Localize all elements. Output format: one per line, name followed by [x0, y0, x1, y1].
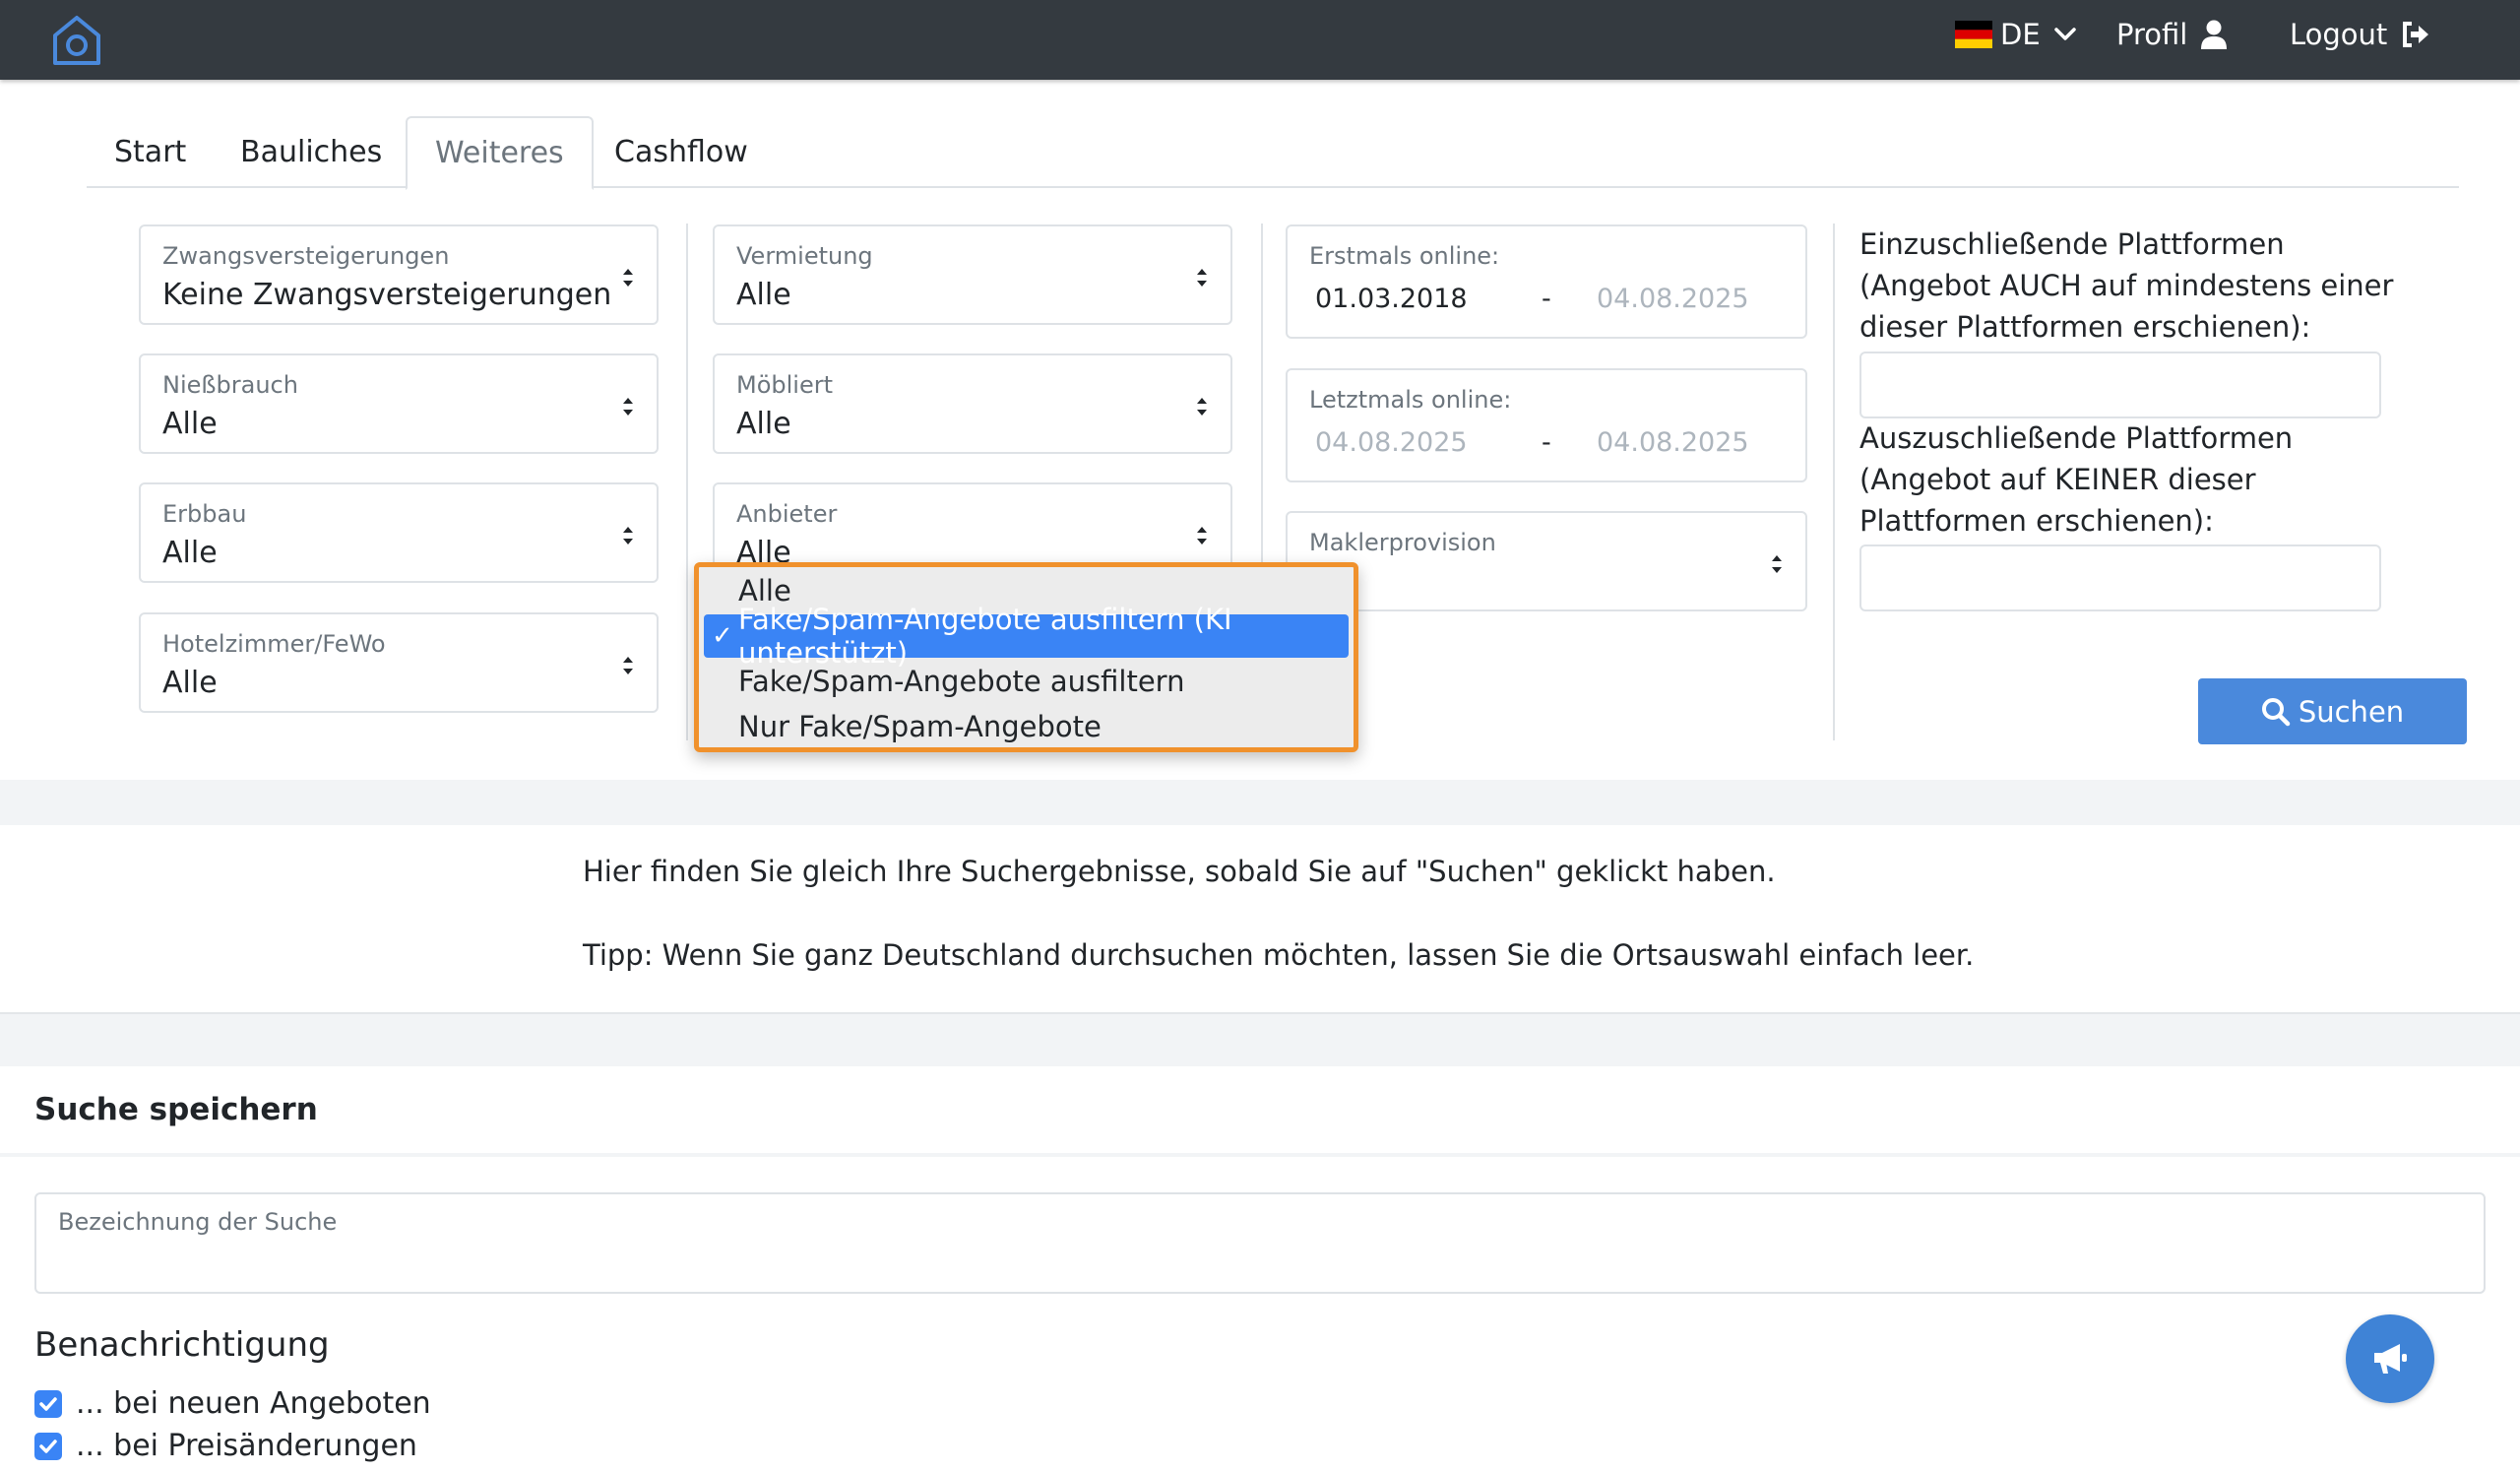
logout-link[interactable]: Logout — [2290, 0, 2430, 69]
letztmals-from-date[interactable]: 04.08.2025 — [1315, 427, 1542, 458]
anbieter-label: Anbieter — [736, 500, 838, 528]
niessbrauch-select[interactable]: Nießbrauch Alle — [139, 353, 659, 454]
column-divider — [686, 224, 688, 740]
niessbrauch-value: Alle — [162, 407, 218, 441]
logout-label: Logout — [2290, 18, 2388, 51]
notify-new-offers-label: ... bei neuen Angeboten — [76, 1386, 431, 1421]
maklerprovision-label: Maklerprovision — [1309, 529, 1496, 556]
search-name-input[interactable]: Bezeichnung der Suche — [34, 1192, 2486, 1294]
include-platforms-input[interactable] — [1859, 352, 2381, 418]
results-info-box: Hier finden Sie gleich Ihre Suchergebnis… — [0, 825, 2520, 1014]
vermietung-value: Alle — [736, 278, 791, 312]
search-icon — [2261, 697, 2291, 726]
erstmals-to-date[interactable]: 04.08.2025 — [1597, 284, 1749, 314]
hotelzimmer-select[interactable]: Hotelzimmer/FeWo Alle — [139, 612, 659, 713]
erstmals-online-label: Erstmals online: — [1309, 242, 1500, 270]
tab-start[interactable]: Start — [87, 116, 214, 188]
profile-label: Profil — [2116, 18, 2188, 51]
moebliert-select[interactable]: Möbliert Alle — [713, 353, 1232, 454]
checkbox-checked-icon[interactable] — [34, 1389, 62, 1418]
zwangsversteigerungen-value: Keine Zwangsversteigerungen — [162, 278, 612, 312]
date-range-dash: - — [1542, 284, 1551, 314]
erbbau-select[interactable]: Erbbau Alle — [139, 482, 659, 583]
tab-bauliches[interactable]: Bauliches — [213, 116, 410, 188]
results-hint: Hier finden Sie gleich Ihre Suchergebnis… — [583, 855, 1776, 888]
zwangsversteigerungen-select[interactable]: Zwangsversteigerungen Keine Zwangsverste… — [139, 224, 659, 325]
search-button-label: Suchen — [2298, 694, 2405, 729]
letztmals-online-range: Letztmals online: 04.08.2025 - 04.08.202… — [1286, 368, 1807, 482]
sort-caret-icon — [1197, 398, 1207, 416]
anbieter-dropdown-menu: Alle ✓ Fake/Spam-Angebote ausfiltern (KI… — [694, 562, 1358, 752]
exclude-platforms-label: Auszuschließende Plattformen (Angebot au… — [1859, 421, 2294, 538]
save-search-title: Suche speichern — [34, 1092, 318, 1127]
save-search-header: Suche speichern — [0, 1066, 2520, 1157]
exclude-platforms-input[interactable] — [1859, 544, 2381, 611]
letztmals-online-label: Letztmals online: — [1309, 386, 1512, 414]
sort-caret-icon — [623, 527, 633, 544]
sort-caret-icon — [623, 398, 633, 416]
vermietung-label: Vermietung — [736, 242, 873, 270]
house-logo-icon[interactable] — [49, 12, 104, 67]
erstmals-from-date[interactable]: 01.03.2018 — [1315, 284, 1542, 314]
vermietung-select[interactable]: Vermietung Alle — [713, 224, 1232, 325]
top-navbar: DE Profil Logout — [0, 0, 2520, 80]
sort-caret-icon — [1197, 269, 1207, 287]
option-fake-spam[interactable]: Fake/Spam-Angebote ausfiltern — [699, 660, 1354, 703]
erbbau-value: Alle — [162, 536, 218, 570]
hotelzimmer-value: Alle — [162, 666, 218, 700]
tab-weiteres[interactable]: Weiteres — [406, 116, 594, 190]
notify-price-changes-label: ... bei Preisänderungen — [76, 1429, 417, 1463]
checkbox-checked-icon[interactable] — [34, 1432, 62, 1460]
moebliert-value: Alle — [736, 407, 791, 441]
sort-caret-icon — [623, 269, 633, 287]
search-tip: Tipp: Wenn Sie ganz Deutschland durchsuc… — [583, 938, 1975, 972]
include-platforms-label: Einzuschließende Plattformen (Angebot AU… — [1859, 227, 2394, 344]
search-name-label: Bezeichnung der Suche — [58, 1208, 338, 1236]
language-code: DE — [2000, 18, 2041, 51]
filter-tabs: Start Bauliches Weiteres Cashflow — [87, 116, 2459, 190]
section-separator — [0, 780, 2520, 825]
moebliert-label: Möbliert — [736, 371, 834, 399]
chevron-down-icon — [2053, 28, 2076, 40]
notification-title: Benachrichtigung — [34, 1325, 330, 1365]
erbbau-label: Erbbau — [162, 500, 247, 528]
notify-price-changes[interactable]: ... bei Preisänderungen — [34, 1429, 417, 1463]
sort-caret-icon — [1772, 555, 1782, 573]
sort-caret-icon — [1197, 527, 1207, 544]
section-separator — [0, 1014, 2520, 1066]
option-label: Fake/Spam-Angebote ausfiltern — [738, 665, 1185, 698]
german-flag-icon — [1955, 21, 1992, 48]
sort-caret-icon — [623, 657, 633, 674]
feedback-button[interactable] — [2346, 1314, 2434, 1403]
maklerprovision-select[interactable]: Maklerprovision — [1286, 511, 1807, 611]
column-divider — [1833, 224, 1835, 740]
sign-out-icon — [2403, 22, 2429, 47]
search-button[interactable]: Suchen — [2198, 678, 2467, 744]
option-fake-spam-ki[interactable]: ✓ Fake/Spam-Angebote ausfiltern (KI unte… — [704, 603, 1349, 670]
checkmark-icon: ✓ — [712, 621, 733, 651]
language-selector[interactable]: DE — [1941, 0, 2076, 69]
erstmals-online-range: Erstmals online: 01.03.2018 - 04.08.2025 — [1286, 224, 1807, 339]
option-nur-fake-spam[interactable]: Nur Fake/Spam-Angebote — [699, 705, 1354, 748]
notify-new-offers[interactable]: ... bei neuen Angeboten — [34, 1386, 431, 1421]
zwangsversteigerungen-label: Zwangsversteigerungen — [162, 242, 450, 270]
date-range-dash: - — [1542, 427, 1551, 458]
tab-cashflow[interactable]: Cashflow — [587, 116, 776, 188]
hotelzimmer-label: Hotelzimmer/FeWo — [162, 630, 386, 658]
user-icon — [2201, 20, 2228, 49]
niessbrauch-label: Nießbrauch — [162, 371, 298, 399]
megaphone-icon — [2374, 1344, 2407, 1374]
profile-link[interactable]: Profil — [2116, 0, 2228, 69]
option-label: Nur Fake/Spam-Angebote — [738, 710, 1102, 743]
letztmals-to-date[interactable]: 04.08.2025 — [1597, 427, 1749, 458]
